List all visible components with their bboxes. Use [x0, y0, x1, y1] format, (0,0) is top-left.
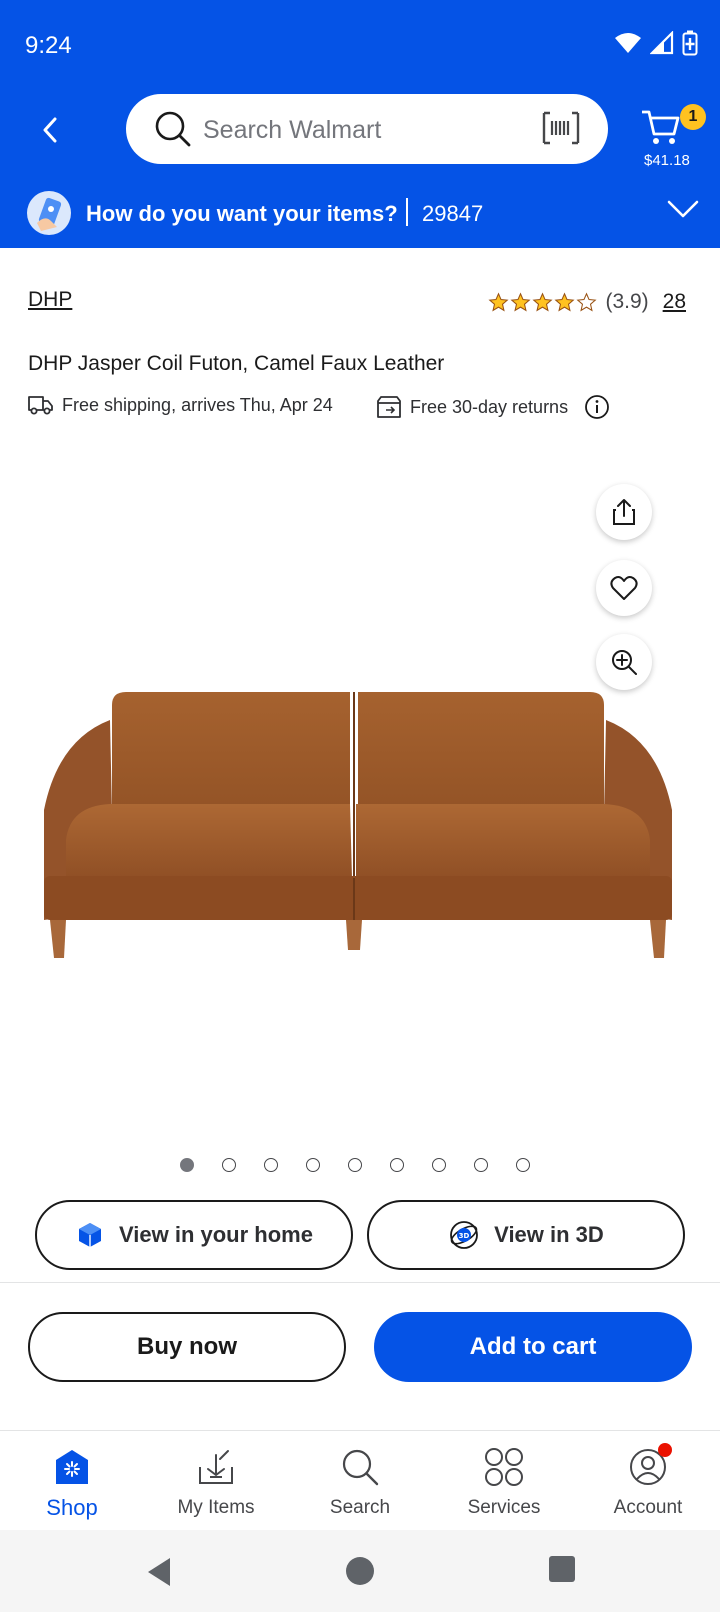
heart-icon	[610, 576, 638, 600]
view-in-home-label: View in your home	[119, 1222, 313, 1247]
returns-box-icon	[377, 396, 401, 418]
chevron-left-icon	[43, 117, 57, 143]
nav-my-items[interactable]: My Items	[144, 1431, 288, 1531]
nav-shop-label: Shop	[46, 1495, 98, 1520]
nav-services[interactable]: Services	[432, 1431, 576, 1531]
carousel-dot[interactable]	[348, 1158, 362, 1172]
carousel-dots	[0, 1158, 720, 1172]
delivery-divider	[406, 198, 408, 226]
rating-value: (3.9)	[605, 290, 649, 313]
wifi-icon	[615, 33, 641, 53]
system-navigation-bar	[0, 1530, 720, 1612]
nav-account[interactable]: Account	[576, 1431, 720, 1531]
status-icons	[614, 30, 698, 56]
delivery-question: How do you want your items?	[86, 201, 398, 226]
status-bar: 9:24	[0, 0, 720, 90]
cart-icon	[642, 110, 680, 144]
star-full-icon	[488, 291, 509, 311]
truck-icon	[28, 396, 53, 415]
rating-stars	[488, 291, 597, 313]
star-empty-icon	[576, 291, 597, 311]
svg-text:3D: 3D	[459, 1232, 470, 1240]
view-in-3d-label: View in 3D	[494, 1222, 604, 1247]
notification-dot	[658, 1443, 672, 1457]
share-button[interactable]	[596, 484, 652, 540]
nav-search[interactable]: Search	[288, 1431, 432, 1531]
3d-view-icon: 3D	[450, 1221, 479, 1249]
nav-search-label: Search	[329, 1497, 391, 1518]
buy-now-button[interactable]: Buy now	[28, 1312, 346, 1382]
carousel-dot[interactable]	[180, 1158, 194, 1172]
carousel-dot[interactable]	[432, 1158, 446, 1172]
nav-my-items-label: My Items	[177, 1497, 255, 1518]
shipping-text: Free shipping, arrives Thu, Apr 24	[62, 394, 333, 415]
search-icon	[340, 1445, 380, 1489]
system-recents-icon[interactable]	[549, 1556, 575, 1582]
delivery-zip: 29847	[422, 201, 484, 226]
cart-button[interactable]: 1 $41.18	[640, 100, 710, 170]
carousel-dot[interactable]	[222, 1158, 236, 1172]
carousel-dot[interactable]	[516, 1158, 530, 1172]
add-to-cart-button[interactable]: Add to cart	[374, 1312, 692, 1382]
star-full-icon	[554, 291, 575, 311]
review-count-link[interactable]: 28	[663, 290, 686, 314]
back-button[interactable]	[30, 110, 70, 150]
battery-icon	[682, 30, 698, 56]
view-in-3d-button[interactable]: 3D View in 3D	[367, 1200, 685, 1270]
account-icon	[628, 1443, 672, 1489]
star-full-icon	[532, 291, 553, 311]
search-icon	[154, 110, 192, 153]
chevron-down-icon	[666, 198, 700, 225]
barcode-scan-icon[interactable]	[542, 111, 580, 150]
bottom-navigation: Shop My Items Search Services Account	[0, 1430, 720, 1530]
signal-icon	[650, 31, 674, 55]
shipping-info: Free shipping, arrives Thu, Apr 24	[28, 394, 333, 416]
delivery-phone-icon	[27, 191, 71, 235]
shop-icon	[52, 1445, 92, 1489]
info-icon[interactable]	[584, 394, 610, 420]
my-items-icon	[196, 1445, 236, 1489]
product-rating[interactable]: (3.9) 28	[488, 290, 686, 314]
system-back-icon[interactable]	[144, 1556, 174, 1588]
zoom-in-icon	[612, 650, 637, 675]
status-time: 9:24	[25, 32, 72, 59]
nav-shop[interactable]: Shop	[0, 1431, 144, 1531]
delivery-selector[interactable]: How do you want your items? 29847	[0, 188, 720, 248]
product-image	[44, 692, 672, 958]
returns-text: Free 30-day returns	[410, 396, 569, 417]
returns-info: Free 30-day returns	[376, 394, 610, 420]
favorite-button[interactable]	[596, 560, 652, 616]
brand-link[interactable]: DHP	[28, 288, 72, 312]
search-input[interactable]: Search Walmart	[126, 94, 608, 164]
view-in-home-button[interactable]: View in your home	[35, 1200, 353, 1270]
divider	[0, 1282, 720, 1283]
system-home-icon[interactable]	[345, 1556, 375, 1586]
app-header: 9:24 Search Walmart 1 $41.18 How do you …	[0, 0, 720, 248]
nav-account-label: Account	[613, 1497, 683, 1518]
nav-services-label: Services	[467, 1497, 541, 1518]
product-title: DHP Jasper Coil Futon, Camel Faux Leathe…	[28, 352, 445, 375]
services-icon	[484, 1445, 524, 1489]
cart-count-badge: 1	[680, 104, 706, 130]
product-image-carousel[interactable]	[0, 440, 720, 1140]
carousel-dot[interactable]	[390, 1158, 404, 1172]
carousel-dot[interactable]	[474, 1158, 488, 1172]
zoom-button[interactable]	[596, 634, 652, 690]
cart-total: $41.18	[644, 152, 690, 169]
fulfillment-info: Free shipping, arrives Thu, Apr 24 Free …	[28, 392, 708, 424]
search-placeholder: Search Walmart	[203, 116, 382, 144]
carousel-dot[interactable]	[306, 1158, 320, 1172]
star-full-icon	[510, 291, 531, 311]
ar-cube-icon	[79, 1223, 101, 1247]
carousel-dot[interactable]	[264, 1158, 278, 1172]
share-icon	[613, 499, 635, 525]
